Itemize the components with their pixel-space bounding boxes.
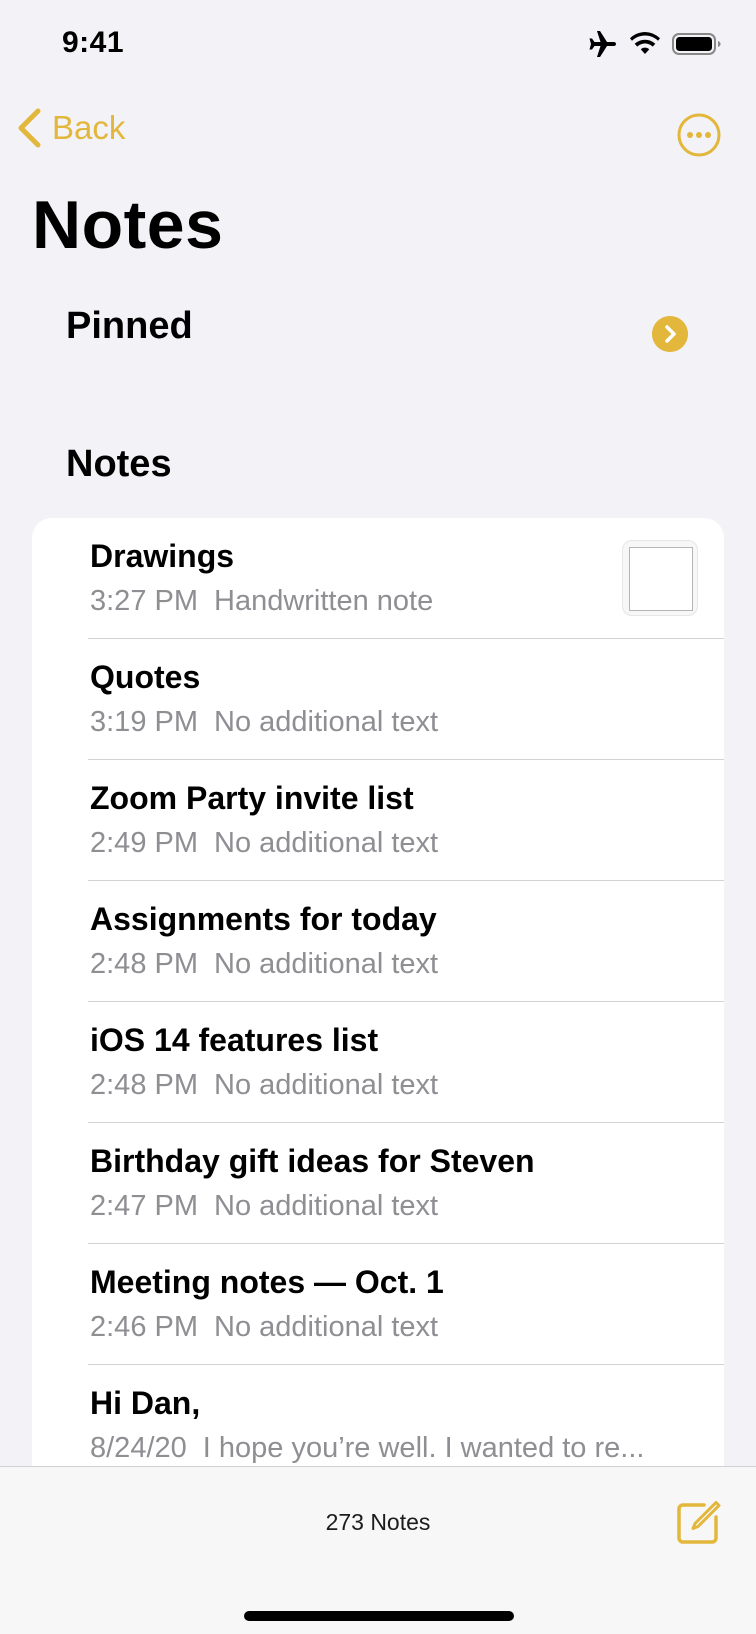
note-date: 8/24/20 bbox=[90, 1432, 187, 1464]
chevron-right-circle-icon[interactable] bbox=[652, 316, 688, 352]
note-row[interactable]: Quotes 3:19 PM No additional text bbox=[32, 639, 724, 760]
note-title: Hi Dan, bbox=[90, 1385, 201, 1421]
note-meta: 8/24/20 I hope you’re well. I wanted to r… bbox=[90, 1432, 690, 1465]
note-preview: No additional text bbox=[214, 948, 439, 980]
note-title: Drawings bbox=[90, 538, 235, 574]
status-time: 9:41 bbox=[62, 26, 125, 59]
note-preview: No additional text bbox=[214, 1311, 439, 1343]
note-title: Quotes bbox=[90, 659, 201, 695]
wifi-icon bbox=[630, 32, 660, 54]
note-date: 2:48 PM bbox=[90, 1069, 198, 1101]
note-meta: 3:19 PM No additional text bbox=[90, 706, 690, 739]
back-label: Back bbox=[52, 109, 126, 146]
airplane-icon bbox=[589, 31, 616, 57]
back-button[interactable]: Back bbox=[16, 108, 125, 148]
home-indicator bbox=[244, 1611, 514, 1621]
note-meta: 2:47 PM No additional text bbox=[90, 1190, 690, 1223]
note-title: Assignments for today bbox=[90, 901, 437, 937]
bottom-toolbar: 273 Notes bbox=[0, 1466, 756, 1634]
note-preview: No additional text bbox=[214, 1190, 439, 1222]
note-row[interactable]: Birthday gift ideas for Steven 2:47 PM No… bbox=[32, 1123, 724, 1244]
note-date: 2:46 PM bbox=[90, 1311, 198, 1343]
note-meta: 2:48 PM No additional text bbox=[90, 1069, 690, 1102]
note-date: 2:48 PM bbox=[90, 948, 198, 980]
status-bar: 9:41 bbox=[0, 0, 756, 92]
note-preview: Handwritten note bbox=[214, 585, 434, 617]
note-count: 273 Notes bbox=[325, 1509, 431, 1535]
note-preview: No additional text bbox=[214, 706, 439, 738]
note-row[interactable]: iOS 14 features list 2:48 PM No additiona… bbox=[32, 1002, 724, 1123]
note-date: 2:49 PM bbox=[90, 827, 198, 859]
ellipsis-circle-icon[interactable] bbox=[676, 112, 722, 158]
notes-section-header: Notes bbox=[66, 443, 172, 485]
note-row[interactable]: Zoom Party invite list 2:49 PM No additio… bbox=[32, 760, 724, 881]
note-row[interactable]: Meeting notes — Oct. 1 2:46 PM No additio… bbox=[32, 1244, 724, 1365]
note-title: Meeting notes — Oct. 1 bbox=[90, 1264, 444, 1300]
compose-icon[interactable] bbox=[674, 1499, 722, 1547]
note-row[interactable]: Assignments for today 2:48 PM No addition… bbox=[32, 881, 724, 1002]
note-date: 3:19 PM bbox=[90, 706, 198, 738]
note-date: 3:27 PM bbox=[90, 585, 198, 617]
note-preview: I hope you’re well. I wanted to re... bbox=[202, 1432, 645, 1464]
note-preview: No additional text bbox=[214, 1069, 439, 1101]
status-icons bbox=[588, 30, 722, 58]
note-row[interactable]: Drawings 3:27 PM Handwritten note bbox=[32, 518, 724, 639]
note-title: iOS 14 features list bbox=[90, 1022, 379, 1058]
battery-icon bbox=[672, 33, 721, 55]
note-meta: 3:27 PM Handwritten note bbox=[90, 585, 690, 618]
notes-list: Drawings 3:27 PM Handwritten note Quotes … bbox=[32, 518, 724, 1478]
note-meta: 2:49 PM No additional text bbox=[90, 827, 690, 860]
notes-screen: 9:41 Back Notes Pinned Notes Drawings 3:… bbox=[0, 0, 756, 1634]
note-title: Birthday gift ideas for Steven bbox=[90, 1143, 535, 1179]
note-date: 2:47 PM bbox=[90, 1190, 198, 1222]
page-title: Notes bbox=[32, 187, 224, 263]
note-preview: No additional text bbox=[214, 827, 439, 859]
note-meta: 2:48 PM No additional text bbox=[90, 948, 690, 981]
note-meta: 2:46 PM No additional text bbox=[90, 1311, 690, 1344]
note-thumbnail bbox=[622, 540, 698, 616]
pinned-section-header[interactable]: Pinned bbox=[66, 305, 193, 348]
chevron-left-icon bbox=[18, 108, 41, 148]
note-title: Zoom Party invite list bbox=[90, 780, 414, 816]
note-row[interactable]: Hi Dan, 8/24/20 I hope you’re well. I wan… bbox=[32, 1365, 724, 1478]
